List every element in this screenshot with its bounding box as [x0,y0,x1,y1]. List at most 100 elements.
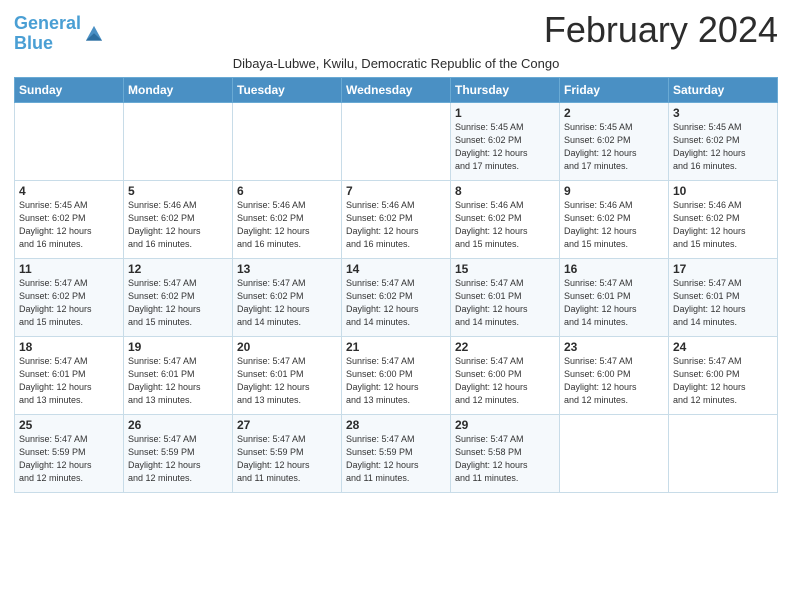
day-number: 14 [346,262,446,276]
calendar-cell: 24Sunrise: 5:47 AMSunset: 6:00 PMDayligh… [669,336,778,414]
day-info: Sunrise: 5:47 AMSunset: 5:59 PMDaylight:… [19,433,119,485]
calendar-cell [233,102,342,180]
day-info: Sunrise: 5:47 AMSunset: 5:58 PMDaylight:… [455,433,555,485]
week-row-5: 25Sunrise: 5:47 AMSunset: 5:59 PMDayligh… [15,414,778,492]
calendar-body: 1Sunrise: 5:45 AMSunset: 6:02 PMDaylight… [15,102,778,492]
day-number: 4 [19,184,119,198]
month-title: February 2024 [544,10,778,50]
calendar-cell: 21Sunrise: 5:47 AMSunset: 6:00 PMDayligh… [342,336,451,414]
calendar-cell: 27Sunrise: 5:47 AMSunset: 5:59 PMDayligh… [233,414,342,492]
calendar-cell: 5Sunrise: 5:46 AMSunset: 6:02 PMDaylight… [124,180,233,258]
weekday-header-saturday: Saturday [669,77,778,102]
day-info: Sunrise: 5:47 AMSunset: 6:02 PMDaylight:… [346,277,446,329]
day-info: Sunrise: 5:47 AMSunset: 5:59 PMDaylight:… [128,433,228,485]
calendar-cell: 18Sunrise: 5:47 AMSunset: 6:01 PMDayligh… [15,336,124,414]
logo-icon [83,23,105,45]
day-number: 23 [564,340,664,354]
day-info: Sunrise: 5:47 AMSunset: 6:02 PMDaylight:… [237,277,337,329]
weekday-header-tuesday: Tuesday [233,77,342,102]
day-info: Sunrise: 5:45 AMSunset: 6:02 PMDaylight:… [673,121,773,173]
weekday-header-wednesday: Wednesday [342,77,451,102]
day-number: 26 [128,418,228,432]
day-number: 7 [346,184,446,198]
day-number: 2 [564,106,664,120]
weekday-header-monday: Monday [124,77,233,102]
calendar-cell: 16Sunrise: 5:47 AMSunset: 6:01 PMDayligh… [560,258,669,336]
calendar-cell: 1Sunrise: 5:45 AMSunset: 6:02 PMDaylight… [451,102,560,180]
weekday-header-row: SundayMondayTuesdayWednesdayThursdayFrid… [15,77,778,102]
calendar-cell: 7Sunrise: 5:46 AMSunset: 6:02 PMDaylight… [342,180,451,258]
day-number: 12 [128,262,228,276]
week-row-3: 11Sunrise: 5:47 AMSunset: 6:02 PMDayligh… [15,258,778,336]
day-number: 17 [673,262,773,276]
day-number: 5 [128,184,228,198]
weekday-header-sunday: Sunday [15,77,124,102]
day-info: Sunrise: 5:45 AMSunset: 6:02 PMDaylight:… [455,121,555,173]
day-number: 15 [455,262,555,276]
day-info: Sunrise: 5:46 AMSunset: 6:02 PMDaylight:… [673,199,773,251]
logo-text: General Blue [14,14,81,54]
day-info: Sunrise: 5:46 AMSunset: 6:02 PMDaylight:… [564,199,664,251]
calendar-cell: 8Sunrise: 5:46 AMSunset: 6:02 PMDaylight… [451,180,560,258]
day-number: 6 [237,184,337,198]
day-info: Sunrise: 5:47 AMSunset: 6:01 PMDaylight:… [673,277,773,329]
calendar-cell: 23Sunrise: 5:47 AMSunset: 6:00 PMDayligh… [560,336,669,414]
day-number: 3 [673,106,773,120]
day-info: Sunrise: 5:45 AMSunset: 6:02 PMDaylight:… [19,199,119,251]
day-info: Sunrise: 5:46 AMSunset: 6:02 PMDaylight:… [346,199,446,251]
calendar-cell: 4Sunrise: 5:45 AMSunset: 6:02 PMDaylight… [15,180,124,258]
day-info: Sunrise: 5:47 AMSunset: 6:00 PMDaylight:… [673,355,773,407]
day-number: 21 [346,340,446,354]
calendar-cell: 14Sunrise: 5:47 AMSunset: 6:02 PMDayligh… [342,258,451,336]
calendar-cell: 9Sunrise: 5:46 AMSunset: 6:02 PMDaylight… [560,180,669,258]
day-number: 28 [346,418,446,432]
day-number: 19 [128,340,228,354]
calendar-cell: 22Sunrise: 5:47 AMSunset: 6:00 PMDayligh… [451,336,560,414]
day-info: Sunrise: 5:46 AMSunset: 6:02 PMDaylight:… [128,199,228,251]
calendar-cell: 15Sunrise: 5:47 AMSunset: 6:01 PMDayligh… [451,258,560,336]
day-number: 10 [673,184,773,198]
calendar-cell [669,414,778,492]
day-number: 9 [564,184,664,198]
calendar-cell: 29Sunrise: 5:47 AMSunset: 5:58 PMDayligh… [451,414,560,492]
day-info: Sunrise: 5:47 AMSunset: 5:59 PMDaylight:… [237,433,337,485]
day-number: 13 [237,262,337,276]
calendar-cell [342,102,451,180]
calendar-header: SundayMondayTuesdayWednesdayThursdayFrid… [15,77,778,102]
day-info: Sunrise: 5:47 AMSunset: 5:59 PMDaylight:… [346,433,446,485]
calendar-cell: 10Sunrise: 5:46 AMSunset: 6:02 PMDayligh… [669,180,778,258]
calendar-cell: 12Sunrise: 5:47 AMSunset: 6:02 PMDayligh… [124,258,233,336]
day-info: Sunrise: 5:47 AMSunset: 6:01 PMDaylight:… [19,355,119,407]
calendar-cell [560,414,669,492]
calendar-cell: 13Sunrise: 5:47 AMSunset: 6:02 PMDayligh… [233,258,342,336]
weekday-header-thursday: Thursday [451,77,560,102]
page: General Blue February 2024 Dibaya-Lubwe,… [0,0,792,612]
calendar-cell: 26Sunrise: 5:47 AMSunset: 5:59 PMDayligh… [124,414,233,492]
calendar-cell: 6Sunrise: 5:46 AMSunset: 6:02 PMDaylight… [233,180,342,258]
calendar-cell [15,102,124,180]
day-number: 27 [237,418,337,432]
header-row: General Blue February 2024 [14,10,778,54]
day-info: Sunrise: 5:47 AMSunset: 6:02 PMDaylight:… [19,277,119,329]
day-info: Sunrise: 5:46 AMSunset: 6:02 PMDaylight:… [237,199,337,251]
day-number: 16 [564,262,664,276]
day-info: Sunrise: 5:47 AMSunset: 6:01 PMDaylight:… [237,355,337,407]
day-info: Sunrise: 5:46 AMSunset: 6:02 PMDaylight:… [455,199,555,251]
logo: General Blue [14,14,105,54]
subtitle: Dibaya-Lubwe, Kwilu, Democratic Republic… [14,56,778,71]
day-info: Sunrise: 5:45 AMSunset: 6:02 PMDaylight:… [564,121,664,173]
day-number: 29 [455,418,555,432]
calendar-cell [124,102,233,180]
day-info: Sunrise: 5:47 AMSunset: 6:02 PMDaylight:… [128,277,228,329]
day-info: Sunrise: 5:47 AMSunset: 6:01 PMDaylight:… [455,277,555,329]
week-row-2: 4Sunrise: 5:45 AMSunset: 6:02 PMDaylight… [15,180,778,258]
calendar-table: SundayMondayTuesdayWednesdayThursdayFrid… [14,77,778,493]
calendar-cell: 25Sunrise: 5:47 AMSunset: 5:59 PMDayligh… [15,414,124,492]
day-info: Sunrise: 5:47 AMSunset: 6:00 PMDaylight:… [346,355,446,407]
calendar-cell: 2Sunrise: 5:45 AMSunset: 6:02 PMDaylight… [560,102,669,180]
logo-general: General [14,13,81,33]
day-number: 8 [455,184,555,198]
calendar-cell: 20Sunrise: 5:47 AMSunset: 6:01 PMDayligh… [233,336,342,414]
day-info: Sunrise: 5:47 AMSunset: 6:01 PMDaylight:… [564,277,664,329]
day-number: 1 [455,106,555,120]
